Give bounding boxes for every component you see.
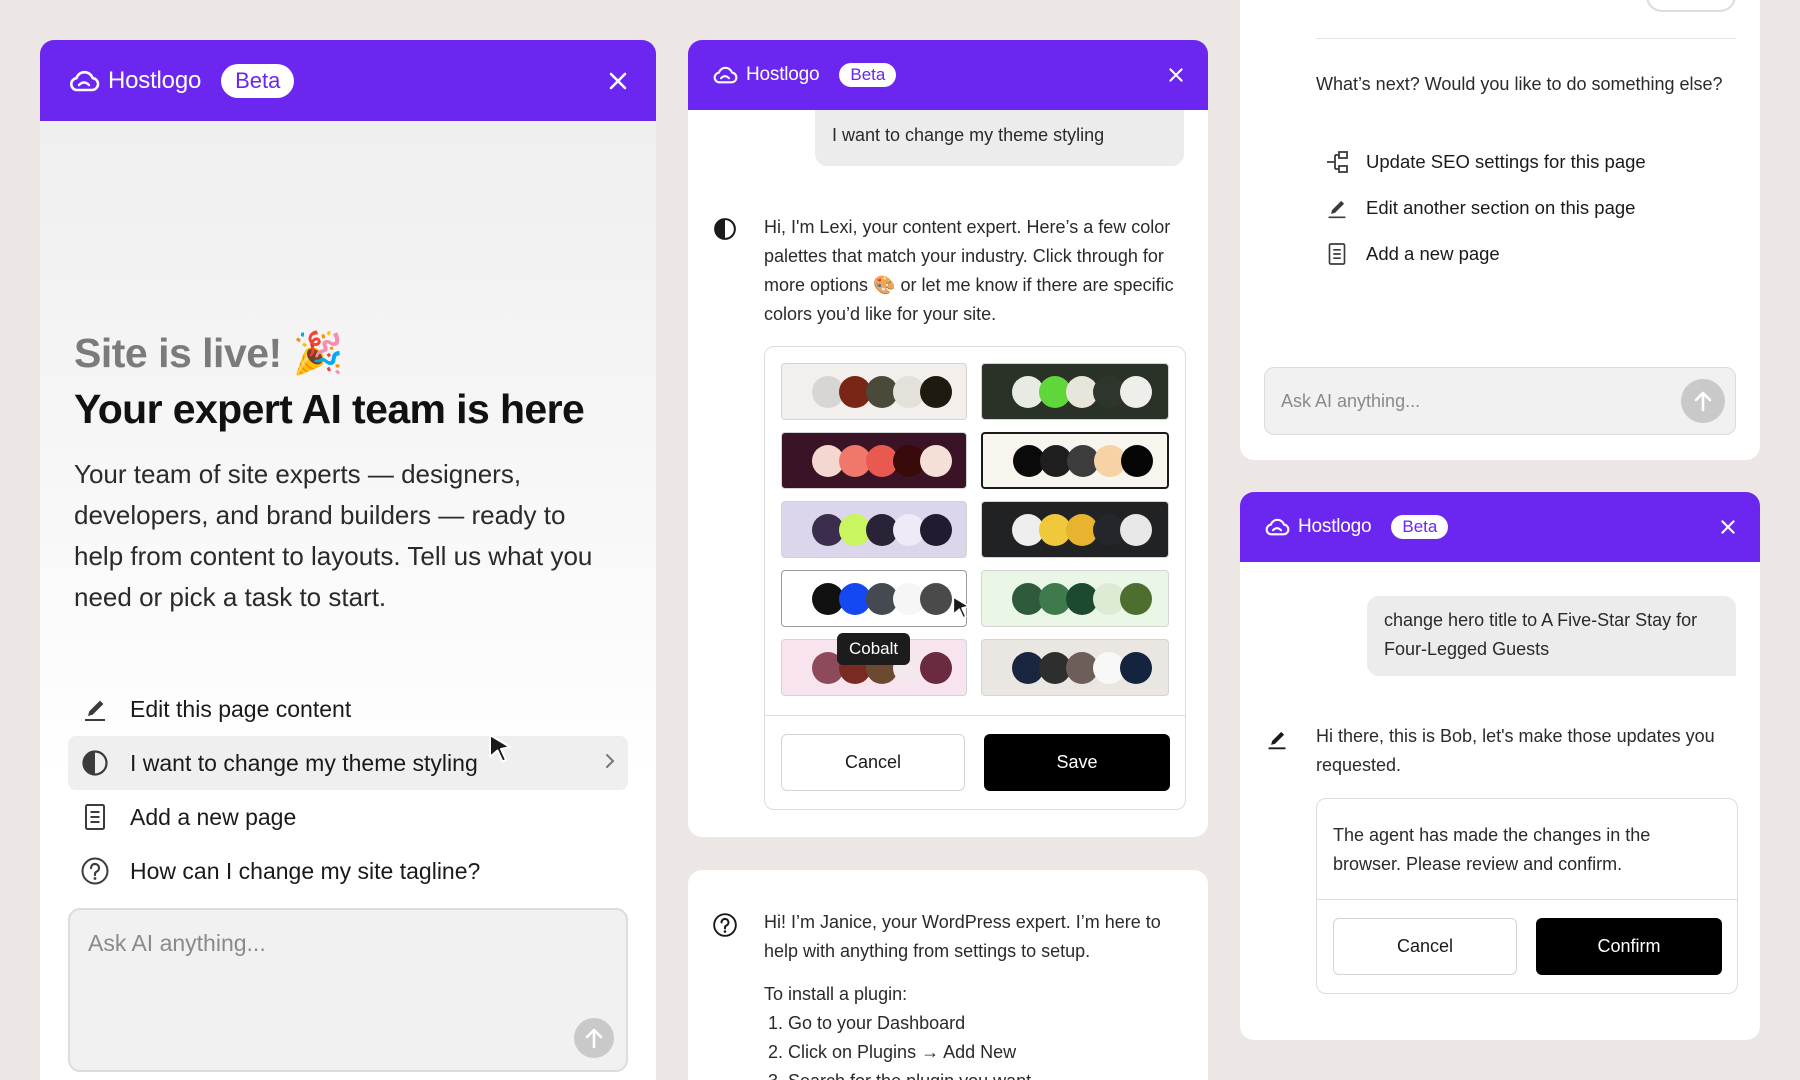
chat-header: Hostlogo Beta [1240,492,1760,562]
question-icon [712,912,738,938]
plugin-chat-panel: Hi! I’m Janice, your WordPress expert. I… [688,870,1208,1080]
brand: Hostlogo [1264,516,1372,538]
brand-name: Hostlogo [746,64,820,85]
mouse-cursor-icon [952,596,970,619]
palette-swatch[interactable] [981,501,1169,558]
divider [1317,899,1737,900]
ask-placeholder: Ask AI anything... [88,930,266,956]
cloud-logo-icon [68,69,100,93]
step-item: 2. Click on Plugins → Add New [768,1042,1017,1062]
palette-swatch[interactable] [781,501,967,558]
palette-swatch[interactable] [781,363,967,420]
close-icon[interactable] [1720,519,1736,535]
color-dot [920,375,952,408]
mouse-cursor-icon [489,734,511,763]
divider [765,715,1185,716]
next-question: What’s next? Would you like to do someth… [1316,74,1723,94]
confirm-card: The agent has made the changes in the br… [1316,798,1738,994]
cancel-button[interactable]: Cancel [1333,918,1517,975]
task-change-tagline[interactable]: How can I change my site tagline? [68,844,628,898]
color-dot [920,582,952,615]
color-dot [920,651,952,684]
pencil-icon [80,694,110,724]
ask-ai-input[interactable]: Ask AI anything... [68,908,628,1072]
confirm-button[interactable]: Confirm [1536,918,1722,975]
bot-message: Hi! I’m Janice, your WordPress expert. I… [764,912,1161,961]
user-message: I want to change my theme styling [815,110,1184,166]
next-steps-panel: What’s next? Would you like to do someth… [1240,0,1760,460]
ask-ai-input[interactable]: Ask AI anything... [1264,367,1736,435]
page-icon [1324,242,1350,266]
bot-message: Hi there, this is Bob, let's make those … [1316,726,1715,775]
confirm-message: The agent has made the changes in the br… [1333,825,1651,874]
step-list: 1. Go to your Dashboard 2. Click on Plug… [768,1009,1031,1080]
brand: Hostlogo [68,67,201,95]
task-add-page[interactable]: Add a new page [68,790,628,844]
palette-swatch[interactable] [781,432,967,489]
beta-badge: Beta [1391,515,1449,539]
question-icon [80,856,110,886]
status-title: Site is live! 🎉 [74,330,344,376]
color-dot [1120,375,1152,408]
task-list: Edit this page content I want to change … [68,682,628,898]
palette-swatch[interactable] [981,363,1169,420]
party-popper-emoji: 🎉 [292,330,344,376]
half-circle-icon [712,216,738,242]
brand: Hostlogo [712,64,820,86]
brand-name: Hostlogo [108,66,202,94]
divider [1316,38,1736,39]
bot-message: Hi, I'm Lexi, your content expert. Here’… [764,217,1174,324]
step-item: 1. Go to your Dashboard [768,1013,966,1033]
color-dot [920,444,952,477]
suggestion-add-page[interactable]: Add a new page [1324,231,1646,277]
color-dot [1120,582,1152,615]
task-edit-content[interactable]: Edit this page content [68,682,628,736]
half-circle-icon [80,748,110,778]
suggestion-seo[interactable]: Update SEO settings for this page [1324,139,1646,185]
beta-badge: Beta [839,63,897,87]
color-dot [1121,444,1153,477]
chevron-right-icon [604,752,616,775]
cancel-button[interactable]: Cancel [781,734,965,791]
steps-intro: To install a plugin: [764,984,908,1004]
ask-placeholder: Ask AI anything... [1281,391,1421,411]
close-icon[interactable] [608,71,628,91]
hero-update-panel: Hostlogo Beta change hero title to A Fiv… [1240,492,1760,1040]
cloud-logo-icon [712,65,738,85]
brand-name: Hostlogo [1298,516,1372,537]
suggestion-edit-section[interactable]: Edit another section on this page [1324,185,1646,231]
chat-header: Hostlogo Beta [40,40,656,121]
send-arrow-icon[interactable] [574,1018,614,1058]
message-pill [1646,0,1736,12]
page-icon [80,802,110,832]
sitemap-icon [1324,150,1350,174]
suggestion-list: Update SEO settings for this page Edit a… [1324,139,1646,277]
palette-swatch[interactable] [781,570,967,627]
user-message: change hero title to A Five-Star Stay fo… [1367,596,1736,676]
pencil-icon [1264,726,1290,752]
color-dot [1120,651,1152,684]
step-item: 3. Search for the plugin you want [768,1067,1031,1080]
palette-swatch[interactable] [981,432,1169,489]
welcome-chat-panel: Hostlogo Beta Site is live! 🎉 Your exper… [40,40,656,1080]
chat-header: Hostlogo Beta [688,40,1208,110]
palette-swatch[interactable] [981,570,1169,627]
color-dot [920,513,952,546]
save-button[interactable]: Save [984,734,1170,791]
task-change-theme[interactable]: I want to change my theme styling [68,736,628,790]
beta-badge: Beta [221,63,295,98]
send-arrow-icon[interactable] [1681,379,1725,423]
close-icon[interactable] [1168,67,1184,83]
theme-chat-panel: Hostlogo Beta I want to change my theme … [688,40,1208,837]
palette-tooltip: Cobalt [837,633,911,665]
headline: Your expert AI team is here [74,386,585,432]
color-dot [1120,513,1152,546]
cloud-logo-icon [1264,517,1290,537]
palette-swatch[interactable] [981,639,1169,696]
intro-text: Your team of site experts — designers, d… [74,459,593,612]
palette-picker: Cobalt Cancel Save [764,346,1186,810]
pencil-icon [1324,197,1350,219]
